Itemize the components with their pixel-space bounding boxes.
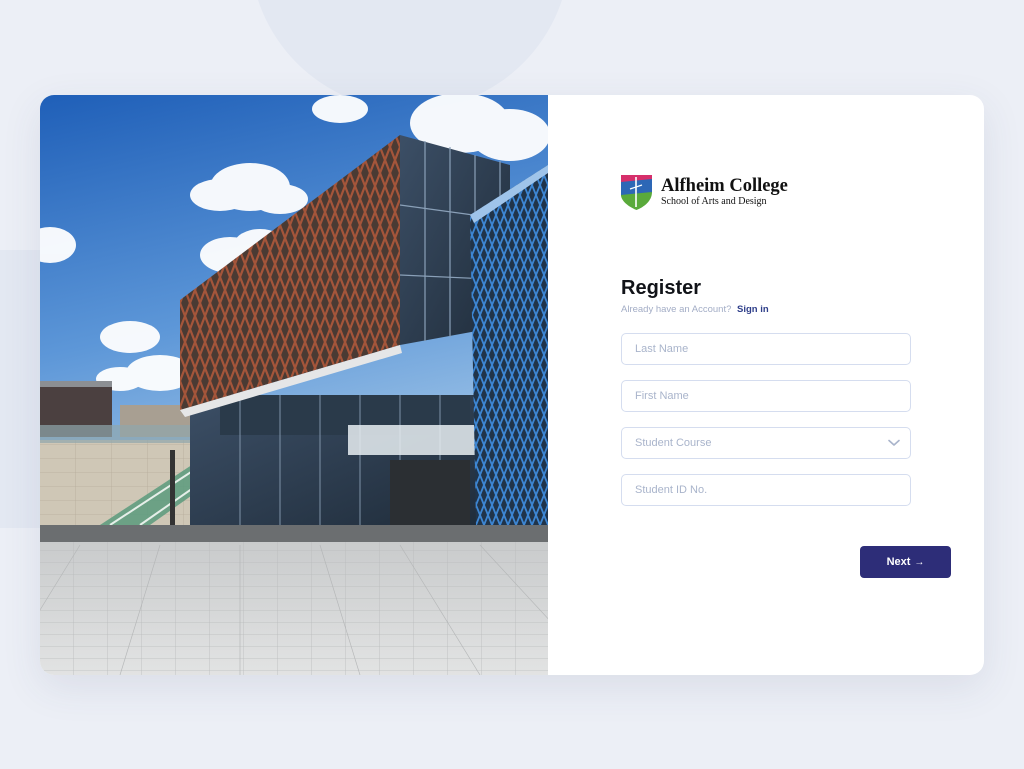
background-shape bbox=[0, 250, 40, 528]
sign-in-link[interactable]: Sign in bbox=[737, 304, 769, 315]
student-course-select[interactable]: Student Course bbox=[621, 427, 911, 459]
college-logo: Alfheim College School of Arts and Desig… bbox=[620, 173, 788, 211]
shield-logo-icon bbox=[621, 175, 652, 210]
student-id-input[interactable] bbox=[635, 484, 910, 496]
background-shape bbox=[250, 0, 570, 110]
student-course-placeholder: Student Course bbox=[635, 437, 712, 449]
first-name-field[interactable] bbox=[621, 380, 911, 412]
signin-prompt: Already have an Account? Sign in bbox=[621, 304, 769, 315]
last-name-field[interactable] bbox=[621, 333, 911, 365]
student-id-field[interactable] bbox=[621, 474, 911, 506]
college-name: Alfheim College bbox=[661, 176, 788, 197]
last-name-input[interactable] bbox=[635, 343, 910, 355]
campus-building-photo bbox=[40, 95, 548, 675]
page-title: Register bbox=[621, 277, 702, 299]
college-subtitle: School of Arts and Design bbox=[661, 195, 767, 207]
register-card: Alfheim College School of Arts and Desig… bbox=[40, 95, 984, 675]
register-form-panel: Alfheim College School of Arts and Desig… bbox=[548, 95, 984, 675]
first-name-input[interactable] bbox=[635, 390, 910, 402]
arrow-right-icon: → bbox=[914, 556, 925, 568]
next-button-label: Next bbox=[886, 556, 911, 568]
next-button[interactable]: Next → bbox=[860, 546, 951, 578]
account-prompt-text: Already have an Account? bbox=[621, 304, 732, 315]
chevron-down-icon[interactable] bbox=[888, 439, 900, 447]
